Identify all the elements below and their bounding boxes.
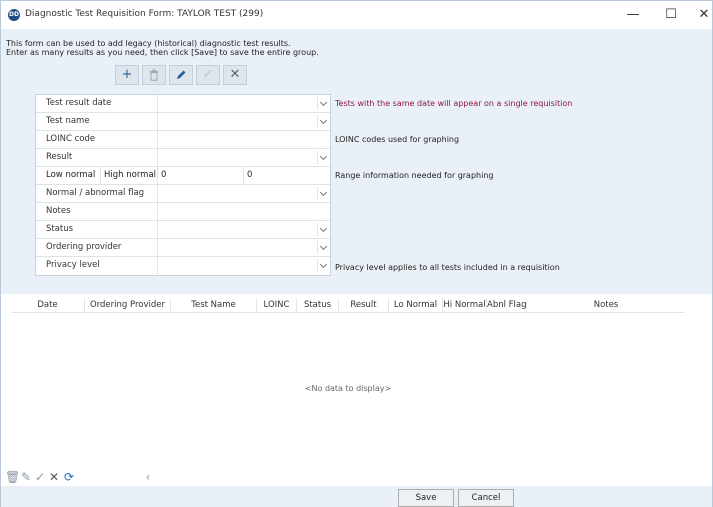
row-flag: Normal / abnormal flag	[36, 185, 330, 203]
range-note: Range information needed for graphing	[335, 171, 494, 180]
requisition-window: DD Diagnostic Test Requisition Form: TAY…	[0, 0, 713, 507]
app-logo-icon: DD	[8, 9, 20, 21]
maximize-button[interactable]: ☐	[657, 5, 685, 25]
loinc-code-label: LOINC code	[36, 131, 158, 148]
row-status: Status	[36, 221, 330, 239]
add-result-button[interactable]: +	[115, 65, 139, 85]
test-name-label: Test name	[36, 113, 158, 130]
row-test-result-date: Test result date	[36, 95, 330, 113]
x-icon: ✕	[229, 67, 241, 82]
row-ordering-provider: Ordering provider	[36, 239, 330, 257]
date-note: Tests with the same date will appear on …	[335, 99, 573, 108]
row-normal-range: Low normal High normal 0 0	[36, 167, 330, 185]
grid-empty-text: <No data to display>	[304, 384, 392, 393]
nav-refresh-button[interactable]: ⟳	[62, 468, 76, 486]
ordering-provider-label: Ordering provider	[36, 239, 158, 256]
trash-icon: 🗑	[5, 470, 21, 484]
grid-header: Date Ordering Provider Test Name LOINC S…	[11, 298, 685, 313]
edit-result-button[interactable]	[169, 65, 193, 85]
nav-cancel-button[interactable]: ✕	[47, 468, 61, 486]
notes-input[interactable]	[158, 203, 330, 220]
intro-line-2: Enter as many results as you need, then …	[6, 48, 319, 57]
save-button[interactable]: Save	[398, 489, 454, 507]
column-header-abnl-flag[interactable]: Abnl Flag	[487, 298, 527, 313]
chevron-down-icon[interactable]	[317, 187, 329, 200]
result-label: Result	[36, 149, 158, 166]
privacy-level-label: Privacy level	[36, 257, 158, 274]
close-button[interactable]: ✕	[695, 5, 713, 25]
nav-delete-button[interactable]: 🗑	[5, 468, 21, 486]
flag-label: Normal / abnormal flag	[36, 185, 158, 202]
privacy-note: Privacy level applies to all tests inclu…	[335, 263, 560, 272]
row-loinc-code: LOINC code	[36, 131, 330, 149]
chevron-left-icon: ‹	[145, 470, 151, 484]
chevron-down-icon[interactable]	[317, 151, 329, 164]
pencil-icon	[177, 70, 186, 79]
low-normal-input[interactable]: 0	[158, 167, 244, 184]
column-header-result[interactable]: Result	[339, 298, 389, 313]
nav-edit-button[interactable]: ✎	[19, 468, 33, 486]
title-bar: DD Diagnostic Test Requisition Form: TAY…	[1, 1, 712, 29]
test-result-date-select[interactable]	[158, 95, 330, 112]
column-header-hi-normal[interactable]: Hi Normal	[443, 298, 487, 313]
row-result: Result	[36, 149, 330, 167]
loinc-code-input[interactable]	[158, 131, 330, 148]
accept-result-button[interactable]: ✓	[196, 65, 220, 85]
column-header-loinc[interactable]: LOINC	[257, 298, 297, 313]
intro-line-1: This form can be used to add legacy (his…	[6, 39, 291, 48]
result-select[interactable]	[158, 149, 330, 166]
row-privacy-level: Privacy level	[36, 257, 330, 275]
notes-label: Notes	[36, 203, 158, 220]
result-entry-form: Test result date Test name LOINC code Re…	[35, 94, 331, 276]
button-bar	[1, 486, 712, 507]
chevron-down-icon[interactable]	[317, 115, 329, 128]
delete-result-button[interactable]	[142, 65, 166, 85]
column-header-date[interactable]: Date	[11, 298, 85, 313]
nav-accept-button[interactable]: ✓	[33, 468, 47, 486]
test-result-date-label: Test result date	[36, 95, 158, 112]
column-header-ordering-provider[interactable]: Ordering Provider	[85, 298, 171, 313]
column-header-status[interactable]: Status	[297, 298, 339, 313]
pencil-icon: ✎	[20, 470, 32, 484]
status-select[interactable]	[158, 221, 330, 238]
cancel-result-button[interactable]: ✕	[223, 65, 247, 85]
status-label: Status	[36, 221, 158, 238]
check-icon: ✓	[34, 470, 46, 484]
x-icon: ✕	[48, 470, 60, 484]
cancel-button[interactable]: Cancel	[458, 489, 514, 507]
refresh-icon: ⟳	[63, 470, 75, 484]
test-name-select[interactable]	[158, 113, 330, 130]
trash-icon	[150, 69, 158, 81]
window-title: Diagnostic Test Requisition Form: TAYLOR…	[25, 9, 264, 19]
loinc-note: LOINC codes used for graphing	[335, 135, 460, 144]
ordering-provider-select[interactable]	[158, 239, 330, 256]
chevron-down-icon[interactable]	[317, 259, 329, 272]
chevron-down-icon[interactable]	[317, 241, 329, 254]
column-header-lo-normal[interactable]: Lo Normal	[389, 298, 443, 313]
plus-icon: +	[121, 67, 133, 82]
flag-select[interactable]	[158, 185, 330, 202]
high-normal-input[interactable]: 0	[244, 167, 330, 184]
column-header-notes[interactable]: Notes	[527, 298, 685, 313]
chevron-down-icon[interactable]	[317, 223, 329, 236]
row-notes: Notes	[36, 203, 330, 221]
grid-navigator: 🗑 ✎ ✓ ✕ ⟳ ‹	[5, 468, 211, 486]
high-normal-label: High normal	[101, 167, 158, 184]
low-normal-label: Low normal	[36, 167, 101, 184]
chevron-down-icon[interactable]	[317, 97, 329, 110]
row-test-name: Test name	[36, 113, 330, 131]
results-grid: Date Ordering Provider Test Name LOINC S…	[11, 298, 712, 480]
privacy-level-select[interactable]	[158, 257, 330, 274]
check-icon: ✓	[202, 67, 214, 82]
column-header-test-name[interactable]: Test Name	[171, 298, 257, 313]
scroll-left-button[interactable]: ‹	[141, 468, 155, 486]
minimize-button[interactable]: —	[619, 5, 647, 25]
